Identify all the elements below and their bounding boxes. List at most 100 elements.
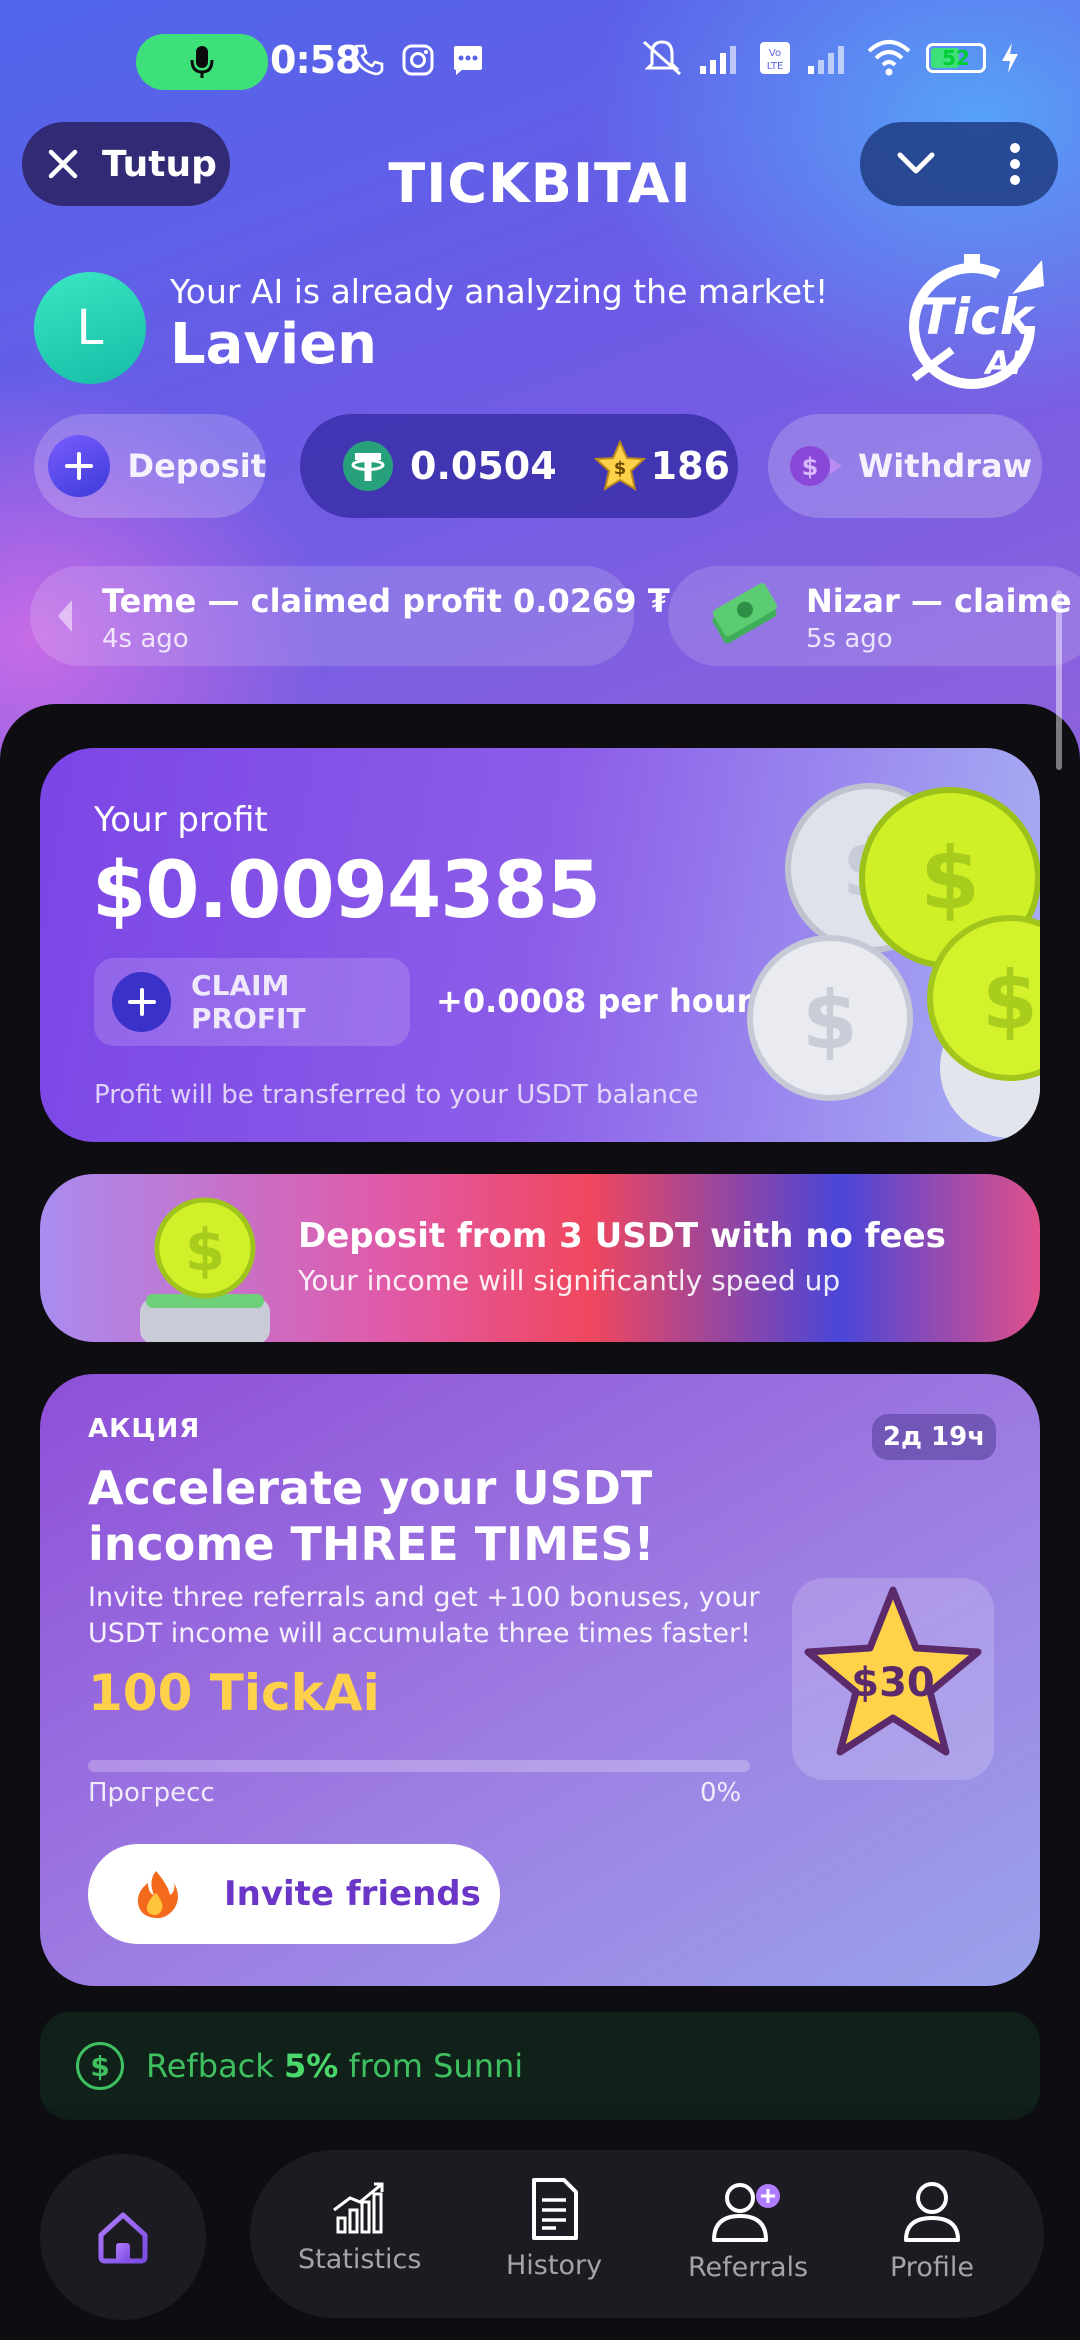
profit-rate: +0.0008 per hour [436, 982, 753, 1020]
svg-text:$: $ [982, 954, 1038, 1047]
feed-item: Nizar — claime 5s ago [668, 566, 1080, 666]
profit-note: Profit will be transferred to your USDT … [94, 1080, 699, 1110]
profile-icon [903, 2182, 960, 2242]
signal-icon [700, 46, 736, 74]
promotion-tag: АКЦИЯ [88, 1414, 201, 1444]
tickai-logo: Tick AI [909, 254, 1044, 389]
scrollbar[interactable] [1056, 590, 1062, 770]
svg-text:$: $ [802, 974, 858, 1067]
refback-amount: 5% [283, 2047, 339, 2085]
home-icon [98, 2212, 148, 2264]
fire-icon [137, 1871, 178, 1919]
svg-text:$: $ [613, 458, 626, 479]
clock: 0:58 [270, 38, 362, 82]
deposit-promo-banner[interactable]: $ Deposit from 3 USDT with no fees Your … [40, 1174, 1040, 1342]
stars-balance: 186 [650, 444, 730, 488]
feed-icon [58, 600, 72, 632]
avatar[interactable]: L [34, 272, 146, 384]
refback-text: Refback 5% from Sunni [146, 2047, 523, 2085]
svg-text:$: $ [802, 453, 819, 481]
nav-home[interactable] [40, 2154, 206, 2320]
nav-statistics-label: Statistics [298, 2244, 422, 2275]
refback-prefix: Refback [146, 2047, 284, 2085]
profit-label: Your profit [94, 800, 268, 840]
profit-value: $0.0094385 [92, 846, 601, 936]
battery-icon: 52 [926, 43, 986, 73]
promotion-title: Accelerate your USDT income THREE TIMES! [88, 1461, 655, 1571]
withdraw-label: Withdraw [858, 447, 1033, 485]
star-coin-icon: $ [593, 439, 647, 492]
feed-time: 4s ago [102, 624, 189, 654]
chevron-down-icon[interactable] [896, 151, 936, 177]
wifi-icon [867, 40, 911, 76]
nav-history[interactable]: History [506, 2176, 602, 2281]
withdraw-icon: $ [790, 446, 842, 486]
nav-referrals-label: Referrals [688, 2252, 809, 2283]
feed-item: Teme — claimed profit 0.0269 ₮ 4s ago [30, 566, 670, 666]
menu-controls [860, 122, 1058, 206]
reward-amount: $30 [851, 1660, 935, 1706]
svg-text:Vo: Vo [769, 48, 781, 59]
user-name: Lavien [170, 312, 378, 377]
dollar-icon: $ [76, 2042, 124, 2090]
referrals-icon [712, 2183, 781, 2242]
mic-icon [190, 46, 214, 78]
battery-level: 52 [942, 46, 970, 70]
nav-profile-label: Profile [890, 2252, 974, 2283]
feed-text: Nizar — claime [806, 582, 1072, 620]
mic-indicator [136, 34, 268, 90]
plus-icon [48, 435, 110, 497]
more-vertical-icon[interactable] [1008, 142, 1022, 186]
statistics-icon [332, 2182, 384, 2234]
volte-icon: Vo LTE [760, 42, 790, 74]
message-icon [454, 46, 482, 75]
promo-subtitle: Your income will significantly speed up [298, 1264, 841, 1297]
coin-stack-icon: $ [140, 1197, 270, 1342]
bottom-nav: Statistics History Referrals Profile [250, 2150, 1044, 2318]
coins-icon: $ $ $ $ [747, 783, 1040, 1138]
deposit-button[interactable]: Deposit [34, 414, 266, 518]
money-icon [712, 583, 777, 644]
status-bar: 0:58 Vo LTE 52 [0, 0, 1080, 120]
invite-friends-label: Invite friends [224, 1874, 481, 1914]
refback-suffix: from Sunni [338, 2047, 524, 2085]
deposit-label: Deposit [127, 447, 266, 485]
history-icon [532, 2178, 579, 2240]
nav-statistics[interactable]: Statistics [298, 2180, 421, 2275]
balance-pill: 0.0504 $ 186 [300, 414, 738, 518]
profit-card: Your profit $0.0094385 CLAIM PROFIT +0.0… [40, 748, 1040, 1142]
phone-icon [352, 44, 384, 76]
progress-value: 0% [700, 1778, 742, 1808]
claim-profit-button[interactable]: CLAIM PROFIT [94, 958, 410, 1046]
logo-ai-text: AI [983, 344, 1023, 382]
instagram-icon [402, 44, 434, 76]
promotion-description: Invite three referrals and get +100 bonu… [88, 1582, 760, 1649]
bell-muted-icon [643, 40, 681, 76]
signal-2-icon [808, 46, 844, 74]
usdt-balance: 0.0504 [410, 444, 557, 488]
logo-tick-text: Tick [919, 288, 1036, 346]
user-tagline: Your AI is already analyzing the market! [170, 272, 829, 311]
plus-icon [112, 972, 172, 1032]
reward-star: $30 [792, 1578, 994, 1780]
svg-text:$: $ [185, 1216, 225, 1284]
svg-text:LTE: LTE [767, 61, 784, 72]
svg-text:$: $ [920, 829, 980, 929]
feed-text: Teme — claimed profit 0.0269 ₮ [102, 582, 670, 620]
nav-history-label: History [506, 2250, 603, 2281]
nav-referrals[interactable]: Referrals [688, 2180, 808, 2283]
progress-bar [88, 1760, 750, 1772]
invite-friends-button[interactable]: Invite friends [88, 1844, 500, 1944]
promotion-card: АКЦИЯ 2д 19ч Accelerate your USDT income… [40, 1374, 1040, 1986]
withdraw-button[interactable]: $ Withdraw [768, 414, 1042, 518]
promotion-bonus: 100 TickAi [88, 1664, 380, 1722]
promotion-timer: 2д 19ч [872, 1414, 996, 1460]
usdt-icon [343, 441, 393, 491]
star-icon: $30 [804, 1586, 982, 1756]
nav-profile[interactable]: Profile [890, 2180, 974, 2283]
promo-title: Deposit from 3 USDT with no fees [298, 1216, 946, 1256]
progress-label: Прогресс [88, 1778, 215, 1808]
claim-profit-label: CLAIM PROFIT [191, 969, 306, 1035]
charging-icon [1002, 43, 1018, 73]
feed-time: 5s ago [806, 624, 893, 654]
